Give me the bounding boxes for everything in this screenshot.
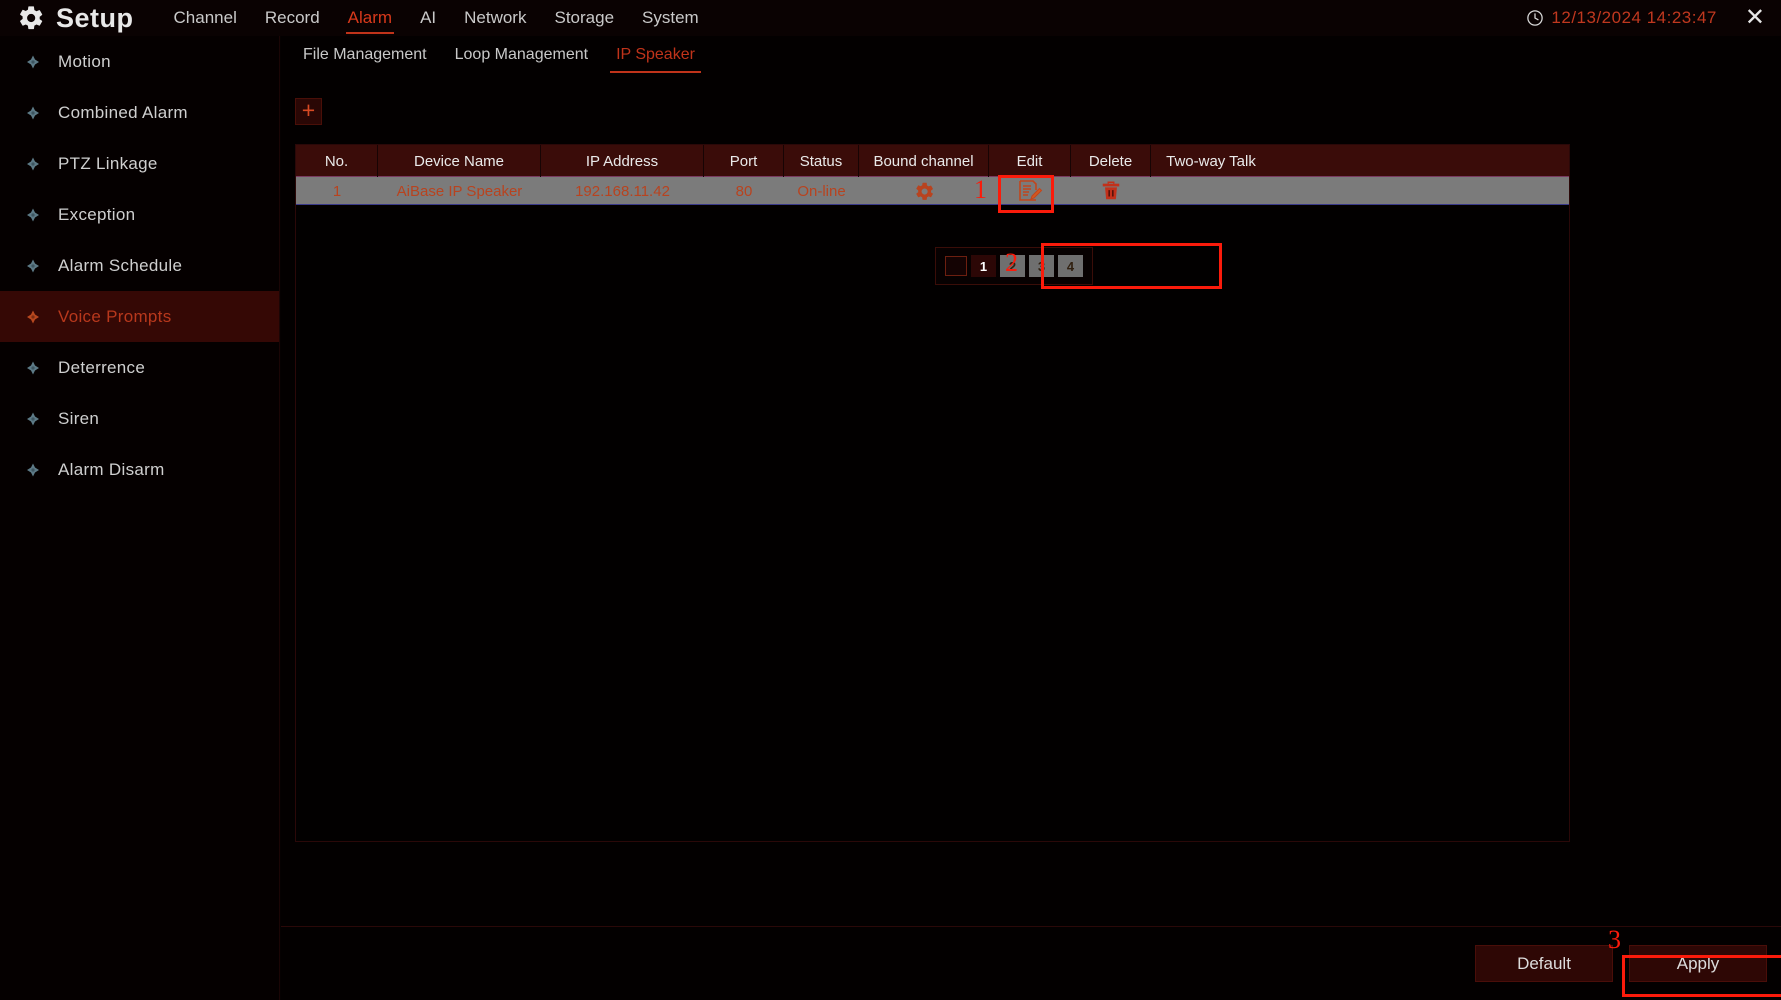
col-bound-channel: Bound channel [859, 145, 989, 177]
gear-icon [16, 3, 46, 33]
sidebar-item-label: Exception [58, 204, 136, 224]
col-device-name: Device Name [378, 145, 541, 177]
diamond-icon [22, 306, 44, 328]
cell-status: On-line [797, 182, 846, 200]
top-right-group: 12/13/2024 14:23:47 ✕ [1526, 0, 1781, 36]
ip-speaker-panel: No. Device Name IP Address Port Status B… [295, 144, 1570, 842]
annotation-number-3: 3 [1608, 925, 1621, 954]
col-port: Port [704, 145, 784, 177]
annotation-number-2: 2 [1005, 248, 1018, 277]
sidebar-item-alarm-disarm[interactable]: Alarm Disarm [0, 444, 279, 495]
sidebar-item-label: Deterrence [58, 357, 146, 377]
sidebar-item-label: Combined Alarm [58, 102, 188, 122]
add-device-button[interactable]: + [295, 98, 322, 125]
sidebar-item-deterrence[interactable]: Deterrence [0, 342, 279, 393]
topnav-storage[interactable]: Storage [540, 0, 628, 36]
sidebar-item-alarm-schedule[interactable]: Alarm Schedule [0, 240, 279, 291]
diamond-icon [22, 51, 44, 73]
topnav-ai[interactable]: AI [406, 0, 450, 36]
cell-no: 1 [332, 182, 342, 200]
topnav-alarm[interactable]: Alarm [334, 0, 406, 36]
topnav-network[interactable]: Network [450, 0, 540, 36]
col-delete: Delete [1071, 145, 1151, 177]
sidebar-item-voice-prompts[interactable]: Voice Prompts [0, 291, 279, 342]
sub-tab-bar: File Management Loop Management IP Speak… [281, 36, 1781, 74]
delete-button[interactable] [1071, 177, 1151, 205]
close-icon[interactable]: ✕ [1745, 6, 1765, 30]
table-header: No. Device Name IP Address Port Status B… [296, 145, 1569, 177]
gear-icon [915, 182, 933, 200]
top-bar: Setup Channel Record Alarm AI Network St… [0, 0, 1781, 36]
diamond-icon [22, 459, 44, 481]
sidebar-item-siren[interactable]: Siren [0, 393, 279, 444]
content-area: File Management Loop Management IP Speak… [281, 36, 1781, 1000]
sidebar-item-label: Siren [58, 408, 100, 428]
plus-icon: + [301, 96, 316, 123]
sidebar-item-label: Alarm Schedule [58, 255, 183, 275]
bound-channel-gear-button[interactable] [859, 177, 989, 205]
diamond-icon [22, 153, 44, 175]
sidebar-item-label: Motion [58, 51, 111, 71]
col-edit: Edit [989, 145, 1071, 177]
topnav-record[interactable]: Record [251, 0, 334, 36]
edit-document-icon [1019, 180, 1043, 201]
channel-cell-3[interactable]: 3 [1029, 255, 1054, 277]
diamond-icon [22, 255, 44, 277]
cell-ip-address: 192.168.11.42 [575, 182, 670, 200]
channel-cell-1[interactable]: 1 [971, 255, 996, 277]
col-status: Status [784, 145, 859, 177]
sidebar-item-motion[interactable]: Motion [0, 36, 279, 87]
topnav-system[interactable]: System [628, 0, 713, 36]
edit-button[interactable] [989, 177, 1071, 205]
col-two-way-talk: Two-way Talk [1166, 152, 1256, 170]
sidebar-item-combined-alarm[interactable]: Combined Alarm [0, 87, 279, 138]
sidebar-item-label: Alarm Disarm [58, 459, 165, 479]
top-nav: Channel Record Alarm AI Network Storage … [160, 0, 713, 36]
table-row[interactable]: 1 AiBase IP Speaker 192.168.11.42 80 On-… [296, 177, 1569, 205]
tab-ip-speaker[interactable]: IP Speaker [602, 36, 709, 74]
diamond-icon [22, 204, 44, 226]
clock-icon [1526, 9, 1544, 27]
sidebar-item-ptz-linkage[interactable]: PTZ Linkage [0, 138, 279, 189]
diamond-icon [22, 408, 44, 430]
app-window: Setup Channel Record Alarm AI Network St… [0, 0, 1781, 1000]
default-button[interactable]: Default [1475, 945, 1613, 982]
tab-loop-management[interactable]: Loop Management [441, 36, 602, 74]
tab-file-management[interactable]: File Management [289, 36, 441, 74]
annotation-number-1: 1 [974, 175, 987, 204]
footer-button-bar: Default Apply [281, 926, 1781, 1000]
datetime-display: 12/13/2024 14:23:47 [1551, 8, 1717, 27]
col-no: No. [296, 145, 378, 177]
apply-button[interactable]: Apply [1629, 945, 1767, 982]
cell-two-way-talk[interactable] [1151, 177, 1271, 205]
cell-device-name: AiBase IP Speaker [396, 182, 523, 200]
trash-icon [1102, 181, 1120, 200]
select-all-checkbox[interactable] [945, 256, 967, 276]
sidebar-item-label: Voice Prompts [58, 306, 172, 326]
sidebar: Motion Combined Alarm PTZ Linkage Except… [0, 36, 280, 1000]
sidebar-item-exception[interactable]: Exception [0, 189, 279, 240]
diamond-icon [22, 357, 44, 379]
cell-port: 80 [735, 182, 753, 200]
sidebar-item-label: PTZ Linkage [58, 153, 158, 173]
diamond-icon [22, 102, 44, 124]
topnav-channel[interactable]: Channel [160, 0, 251, 36]
app-title: Setup [56, 2, 134, 33]
channel-cell-4[interactable]: 4 [1058, 255, 1083, 277]
col-ip-address: IP Address [541, 145, 704, 177]
